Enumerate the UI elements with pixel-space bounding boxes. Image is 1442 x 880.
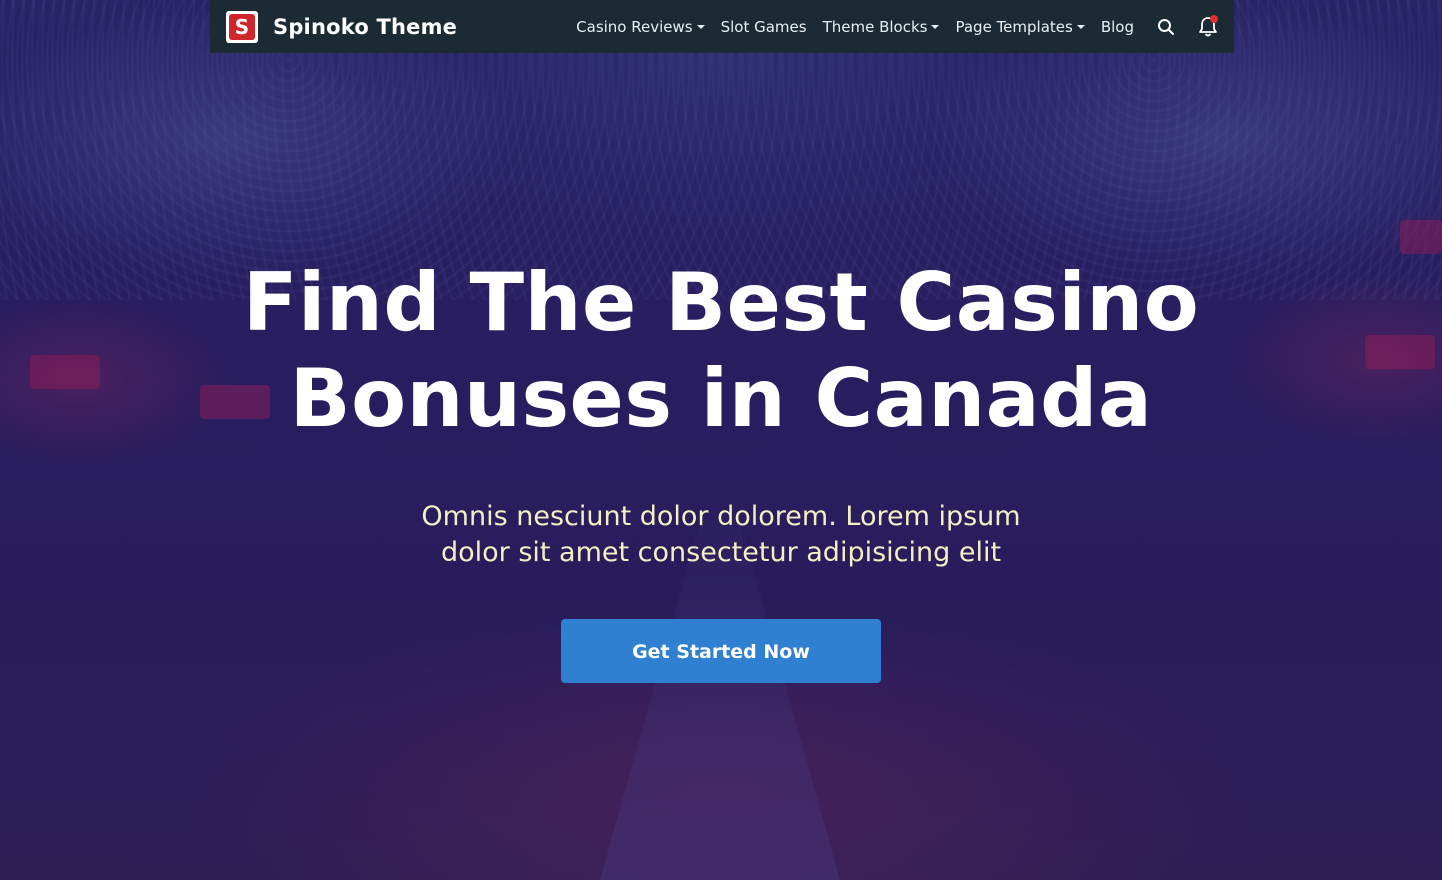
hero-content: Find The Best Casino Bonuses in Canada O…: [0, 255, 1442, 683]
nav-item-label: Slot Games: [720, 17, 807, 36]
chevron-down-icon: [696, 24, 705, 29]
top-navbar: S Spinoko Theme Casino Reviews Slot Game…: [210, 0, 1234, 53]
chevron-down-icon: [1076, 24, 1085, 29]
brand-logo-letter: S: [229, 13, 255, 40]
chevron-down-icon: [931, 24, 940, 29]
brand-name: Spinoko Theme: [273, 14, 458, 39]
hero-title-line-1: Find The Best Casino: [242, 256, 1200, 349]
hero-subtitle: Omnis nesciunt dolor dolorem. Lorem ipsu…: [421, 501, 1021, 568]
hero-title: Find The Best Casino Bonuses in Canada: [221, 255, 1221, 447]
notification-dot: [1210, 14, 1218, 23]
bell-icon[interactable]: [1198, 14, 1218, 37]
nav-item-label: Page Templates: [955, 17, 1073, 36]
nav-menu: Casino Reviews Slot Games Theme Blocks P…: [560, 18, 1134, 36]
nav-item-label: Theme Blocks: [822, 17, 928, 36]
search-icon[interactable]: [1156, 17, 1176, 37]
nav-item-label: Casino Reviews: [576, 17, 693, 36]
brand-logo: S: [226, 10, 258, 43]
nav-item-blog[interactable]: Blog: [1101, 18, 1134, 36]
get-started-button[interactable]: Get Started Now: [561, 619, 881, 683]
hero-title-line-2: Bonuses in Canada: [289, 352, 1153, 445]
nav-item-page-templates[interactable]: Page Templates: [955, 17, 1085, 36]
nav-item-casino-reviews[interactable]: Casino Reviews: [576, 17, 705, 36]
nav-item-label: Blog: [1100, 17, 1134, 36]
hero-section: S Spinoko Theme Casino Reviews Slot Game…: [0, 0, 1442, 880]
nav-item-slot-games[interactable]: Slot Games: [721, 18, 807, 36]
nav-item-theme-blocks[interactable]: Theme Blocks: [823, 18, 940, 36]
brand-link[interactable]: S Spinoko Theme: [226, 10, 458, 43]
